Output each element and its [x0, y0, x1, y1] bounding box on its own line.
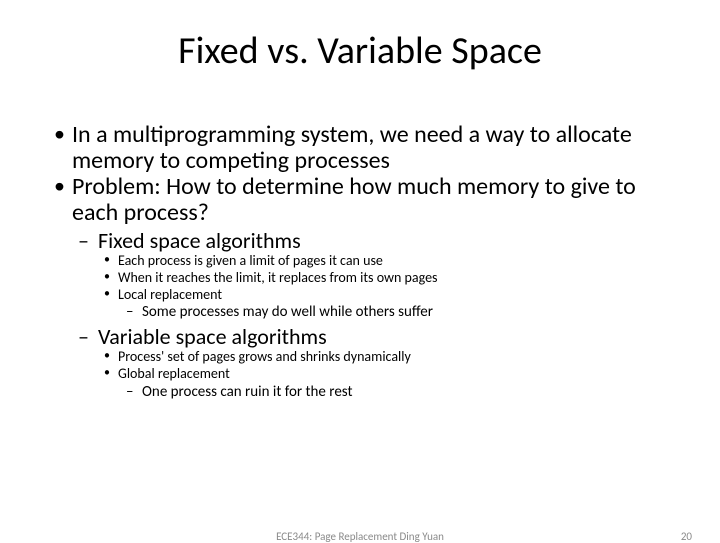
variable-i2-sub: One process can ruin it for the rest	[118, 383, 672, 402]
bullet-list: In a multiprogramming system, we need a …	[48, 122, 672, 402]
slide-title: Fixed vs. Variable Space	[48, 28, 672, 74]
bullet-2: Problem: How to determine how much memor…	[48, 174, 672, 402]
fixed-i3-sub: Some processes may do well while others …	[118, 303, 672, 322]
fixed-items: Each process is given a limit of pages i…	[98, 253, 672, 322]
slide-container: Fixed vs. Variable Space In a multiprogr…	[0, 0, 720, 402]
variable-i2: Global replacement One process can ruin …	[98, 366, 672, 402]
fixed-i2: When it reaches the limit, it replaces f…	[98, 270, 672, 287]
fixed-i1: Each process is given a limit of pages i…	[98, 253, 672, 270]
fixed-heading: Fixed space algorithms Each process is g…	[72, 228, 672, 322]
variable-i1: Process' set of pages grows and shrinks …	[98, 349, 672, 366]
variable-heading-text: Variable space algorithms	[98, 323, 327, 350]
page-number: 20	[681, 530, 692, 543]
variable-i2a: One process can ruin it for the rest	[118, 383, 672, 402]
bullet-1: In a multiprogramming system, we need a …	[48, 122, 672, 174]
bullet-2-text: Problem: How to determine how much memor…	[72, 172, 636, 227]
variable-i2-text: Global replacement	[118, 365, 230, 382]
footer-text: ECE344: Page Replacement Ding Yuan	[276, 530, 444, 543]
fixed-i3a: Some processes may do well while others …	[118, 303, 672, 322]
variable-heading: Variable space algorithms Process' set o…	[72, 324, 672, 402]
sub-list: Fixed space algorithms Each process is g…	[72, 228, 672, 402]
fixed-heading-text: Fixed space algorithms	[98, 227, 301, 254]
fixed-i3: Local replacement Some processes may do …	[98, 287, 672, 323]
fixed-i3-text: Local replacement	[118, 286, 222, 303]
variable-items: Process' set of pages grows and shrinks …	[98, 349, 672, 401]
